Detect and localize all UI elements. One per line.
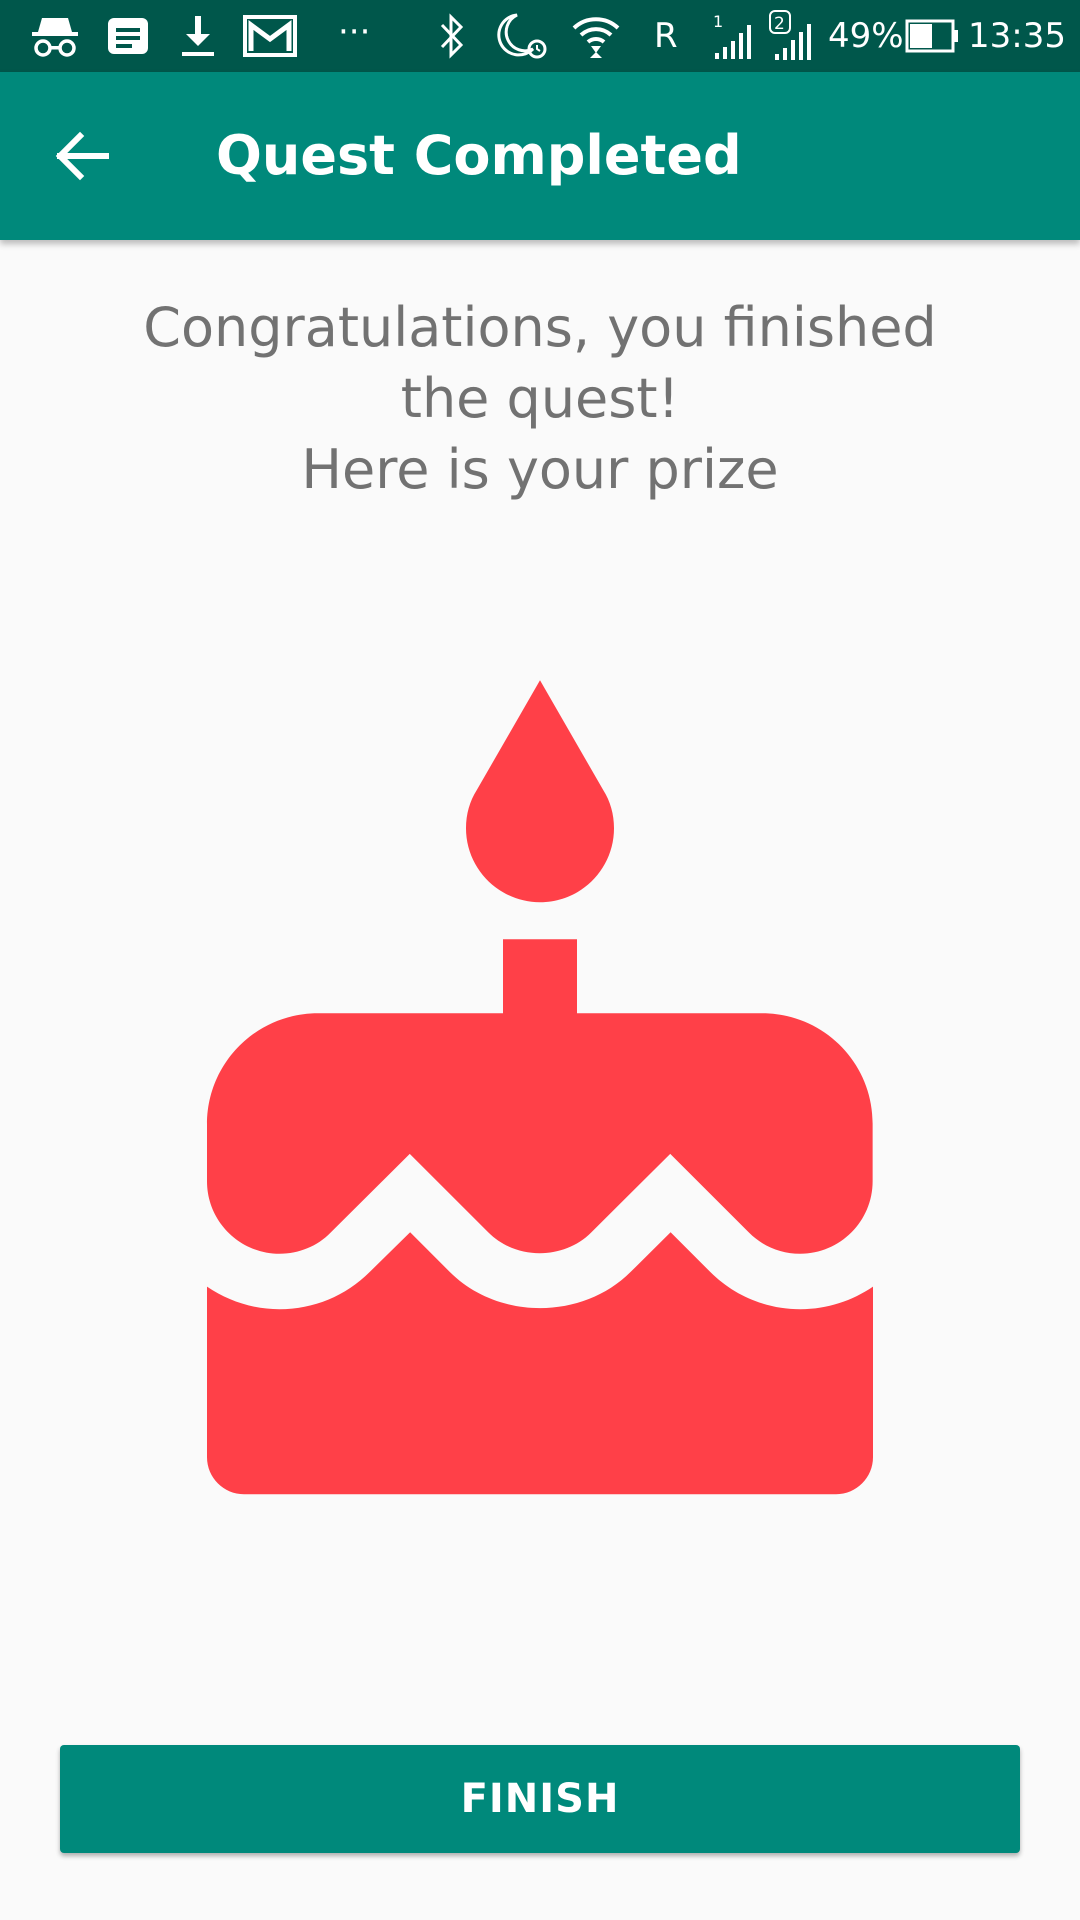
message-line-1: Congratulations, you finished [143, 296, 937, 359]
wifi-icon [570, 10, 622, 62]
back-button[interactable] [36, 110, 128, 202]
battery-icon [904, 10, 960, 62]
gmail-icon [242, 10, 298, 62]
signal-sim1-icon: 1 [710, 10, 756, 62]
sim2-label: 2 [774, 14, 785, 34]
download-icon [176, 10, 220, 62]
bluetooth-icon [434, 10, 470, 62]
battery-percent: 49% [828, 16, 904, 56]
do-not-disturb-alarm-icon [494, 10, 550, 62]
finish-button[interactable]: FINISH [60, 1745, 1020, 1853]
news-icon [104, 10, 152, 62]
message-line-2: the quest! [400, 367, 680, 430]
message-line-3: Here is your prize [301, 438, 779, 501]
cake-icon [207, 680, 873, 1495]
signal-sim2-icon: 2 [768, 10, 818, 62]
status-bar: ··· R 1 2 49% 13:35 [0, 0, 1080, 72]
more-icon: ··· [338, 12, 371, 52]
arrow-back-icon [55, 131, 109, 181]
clock: 13:35 [968, 16, 1066, 56]
roaming-indicator: R [654, 16, 678, 56]
congratulations-message: Congratulations, you finished the quest!… [90, 292, 990, 505]
incognito-icon [28, 10, 82, 62]
app-bar: Quest Completed [0, 72, 1080, 240]
sim1-label: 1 [713, 12, 723, 31]
page-title: Quest Completed [216, 124, 742, 187]
